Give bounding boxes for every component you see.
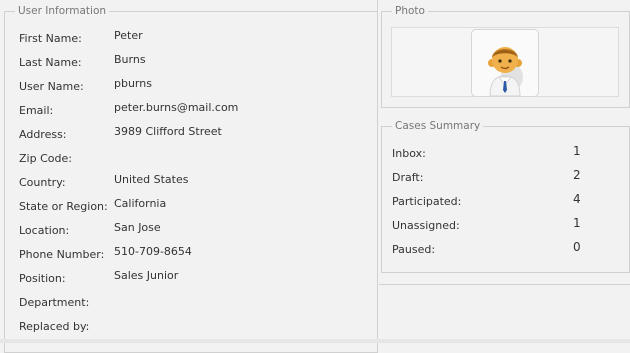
participated-count: 4 bbox=[573, 192, 581, 206]
zip-code-label: Zip Code: bbox=[19, 152, 72, 165]
location-label: Location: bbox=[19, 224, 70, 237]
draft-row: Draft: 2 bbox=[392, 168, 622, 191]
unassigned-count: 1 bbox=[573, 216, 581, 230]
photo-frame bbox=[391, 27, 619, 97]
zip-code-row: Zip Code: bbox=[19, 152, 377, 172]
first-name-row: First Name: Peter bbox=[19, 29, 377, 52]
email-value: peter.burns@mail.com bbox=[114, 101, 239, 114]
address-row: Address: 3989 Clifford Street bbox=[19, 125, 377, 148]
unassigned-row: Unassigned: 1 bbox=[392, 216, 622, 239]
draft-label: Draft: bbox=[392, 171, 424, 184]
position-value: Sales Junior bbox=[114, 269, 179, 282]
state-value: California bbox=[114, 197, 167, 210]
position-label: Position: bbox=[19, 272, 66, 285]
state-label: State or Region: bbox=[19, 200, 108, 213]
participated-row: Participated: 4 bbox=[392, 192, 622, 215]
paused-label: Paused: bbox=[392, 243, 436, 256]
location-value: San Jose bbox=[114, 221, 161, 234]
replaced-by-row: Replaced by: bbox=[19, 320, 377, 340]
draft-count: 2 bbox=[573, 168, 581, 182]
paused-count: 0 bbox=[573, 240, 581, 254]
location-row: Location: San Jose bbox=[19, 221, 377, 244]
first-name-label: First Name: bbox=[19, 32, 82, 45]
side-panel-divider bbox=[379, 284, 630, 285]
address-value: 3989 Clifford Street bbox=[114, 125, 222, 138]
country-label: Country: bbox=[19, 176, 66, 189]
country-row: Country: United States bbox=[19, 173, 377, 196]
first-name-value: Peter bbox=[114, 29, 143, 42]
state-row: State or Region: California bbox=[19, 197, 377, 220]
cases-summary-fieldset: Cases Summary Inbox: 1 Draft: 2 Particip… bbox=[381, 120, 630, 273]
email-row: Email: peter.burns@mail.com bbox=[19, 101, 377, 124]
user-name-label: User Name: bbox=[19, 80, 84, 93]
paused-row: Paused: 0 bbox=[392, 240, 622, 263]
user-info-panel: User Information First Name: Peter Last … bbox=[0, 0, 378, 353]
replaced-by-label: Replaced by: bbox=[19, 320, 90, 333]
user-name-row: User Name: pburns bbox=[19, 77, 377, 100]
department-label: Department: bbox=[19, 296, 90, 309]
phone-value: 510-709-8654 bbox=[114, 245, 192, 258]
photo-legend: Photo bbox=[392, 5, 428, 18]
last-name-value: Burns bbox=[114, 53, 146, 66]
phone-label: Phone Number: bbox=[19, 248, 105, 261]
inbox-count: 1 bbox=[573, 144, 581, 158]
bottom-edge bbox=[0, 339, 630, 343]
position-row: Position: Sales Junior bbox=[19, 269, 377, 292]
last-name-label: Last Name: bbox=[19, 56, 82, 69]
last-name-row: Last Name: Burns bbox=[19, 53, 377, 76]
department-row: Department: bbox=[19, 296, 377, 316]
user-avatar-icon bbox=[471, 29, 539, 97]
user-information-fieldset: User Information First Name: Peter Last … bbox=[4, 5, 378, 353]
email-label: Email: bbox=[19, 104, 54, 117]
user-information-legend: User Information bbox=[15, 5, 110, 18]
cases-summary-legend: Cases Summary bbox=[392, 120, 484, 133]
user-name-value: pburns bbox=[114, 77, 152, 90]
photo-fieldset: Photo bbox=[381, 5, 630, 108]
inbox-label: Inbox: bbox=[392, 147, 426, 160]
phone-row: Phone Number: 510-709-8654 bbox=[19, 245, 377, 268]
participated-label: Participated: bbox=[392, 195, 462, 208]
address-label: Address: bbox=[19, 128, 67, 141]
side-panel: Photo Cases Summary Inbox: 1 Draft: 2 Pa… bbox=[378, 0, 630, 343]
country-value: United States bbox=[114, 173, 189, 186]
unassigned-label: Unassigned: bbox=[392, 219, 460, 232]
inbox-row: Inbox: 1 bbox=[392, 144, 622, 167]
